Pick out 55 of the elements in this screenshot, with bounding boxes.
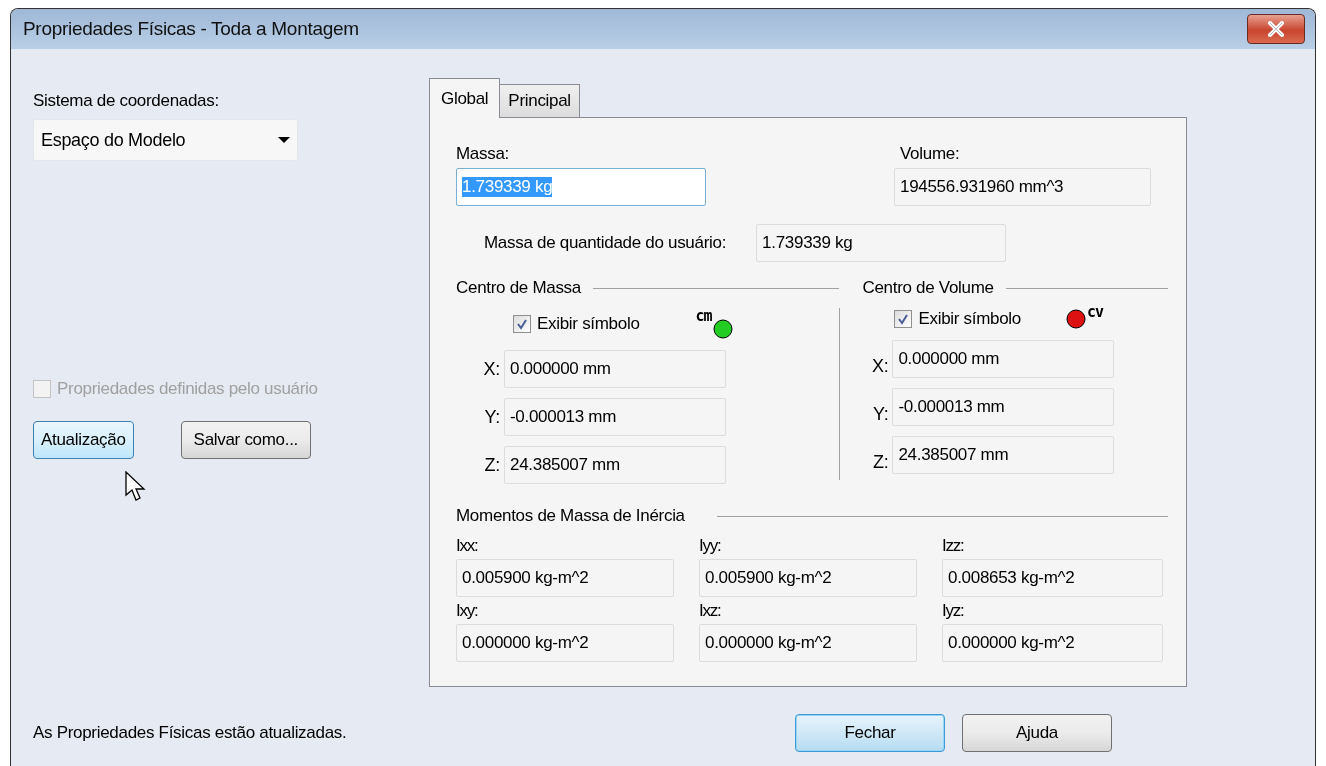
coordinate-field[interactable]: 24.385007 mm (504, 446, 726, 484)
checkbox[interactable] (513, 315, 531, 333)
inertia-field[interactable]: 0.005900 kg-m^2 (456, 559, 674, 597)
inertia-field[interactable]: 0.000000 kg-m^2 (699, 624, 917, 662)
field-label: Massa: (456, 144, 510, 164)
window-title: Propriedades Físicas - Toda a Montagem (23, 18, 359, 40)
field-label: Ixy: (456, 601, 479, 621)
inertia-field[interactable]: 0.008653 kg-m^2 (942, 559, 1163, 597)
help-button[interactable]: Ajuda (962, 714, 1112, 752)
field-label: Ixz: (699, 601, 722, 621)
mouse-pointer-icon (125, 471, 147, 503)
group-title: Centro de Massa (456, 278, 581, 298)
group-title: Momentos de Massa de Inércia (456, 506, 685, 526)
update-button[interactable]: Atualização (33, 421, 134, 459)
symbol-label: cm (695, 307, 712, 325)
field-label: Sistema de coordenadas: (33, 91, 220, 111)
field-label: Massa de quantidade do usuário: (484, 233, 727, 253)
axis-label: X: (482, 358, 501, 380)
checkbox-label: Exibir símbolo (918, 309, 1021, 329)
field-label: Ixx: (456, 536, 479, 556)
axis-label: Z: (872, 451, 890, 473)
check-icon (897, 313, 910, 325)
group-title: Centro de Volume (862, 278, 994, 298)
volume-field[interactable]: 194556.931960 mm^3 (894, 168, 1151, 206)
checkbox[interactable] (894, 310, 913, 328)
checkbox-label: Exibir símbolo (537, 314, 640, 334)
coordinate-field[interactable]: -0.000013 mm (892, 388, 1115, 426)
field-label: Iyy: (699, 536, 722, 556)
status-message: As Propriedades Físicas estão atualizadas. (33, 723, 348, 743)
inertia-field[interactable]: 0.000000 kg-m^2 (456, 624, 674, 662)
dropdown-arrow-icon (277, 136, 291, 144)
field-label: Iyz: (942, 601, 965, 621)
save-as-button[interactable]: Salvar como... (180, 421, 312, 459)
close-button[interactable] (1247, 14, 1305, 44)
inertia-field[interactable]: 0.005900 kg-m^2 (699, 559, 917, 597)
close-icon (1265, 21, 1287, 37)
user-mass-field[interactable]: 1.739339 kg (756, 224, 1007, 262)
field-label: Izz: (942, 536, 965, 556)
tab[interactable]: Global (429, 78, 501, 118)
axis-label: Z: (483, 454, 501, 476)
coordinate-field[interactable]: 0.000000 mm (892, 340, 1115, 378)
check-icon (516, 318, 528, 330)
axis-label: X: (871, 355, 890, 377)
axis-label: Y: (872, 403, 890, 425)
coordinate-field[interactable]: 0.000000 mm (504, 350, 726, 388)
axis-label: Y: (483, 406, 501, 428)
checkbox-label: Propriedades definidas pelo usuário (57, 379, 318, 399)
close-dialog-button[interactable]: Fechar (795, 714, 945, 752)
tab[interactable]: Principal (499, 84, 580, 117)
coordinate-field[interactable]: -0.000013 mm (504, 398, 726, 436)
symbol-label: cv (1087, 303, 1104, 321)
coordinate-dropdown[interactable]: Espaço do Modelo (33, 119, 298, 161)
field-label: Volume: (900, 144, 961, 164)
inertia-field[interactable]: 0.000000 kg-m^2 (942, 624, 1163, 662)
coordinate-field[interactable]: 24.385007 mm (892, 436, 1115, 474)
